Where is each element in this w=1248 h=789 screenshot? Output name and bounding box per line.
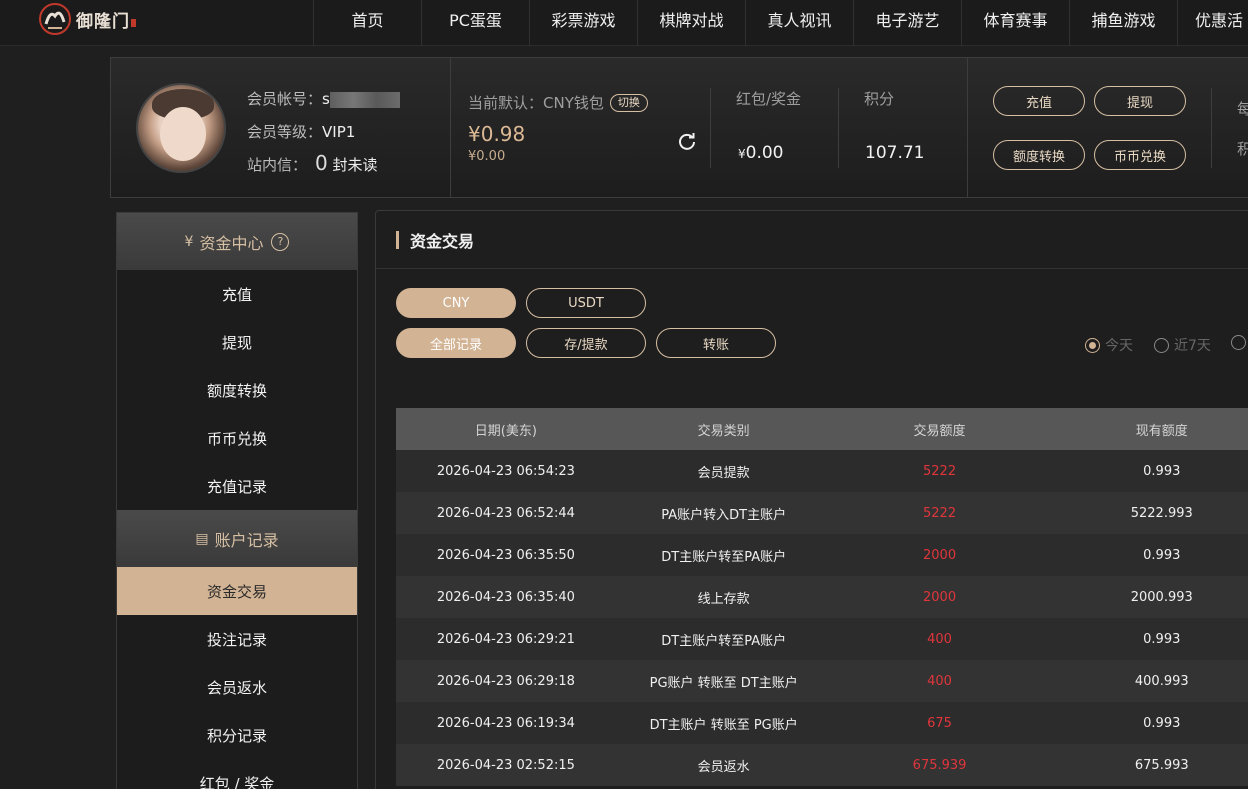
table-row: 2026-04-23 06:35:40 线上存款 2000 2000.993 — [396, 576, 1248, 618]
table-row: 2026-04-23 06:29:18 PG账户 转账至 DT主账户 400 400.… — [396, 660, 1248, 702]
sidebar-item-rebate[interactable]: 会员返水 — [117, 663, 357, 711]
table-row: 2026-04-23 06:29:21 DT主账户转至PA账户 400 0.993 — [396, 618, 1248, 660]
refresh-icon[interactable] — [677, 131, 697, 151]
sidebar-item-exchange[interactable]: 币币兑换 — [117, 414, 357, 462]
right-cut-label-1: 每 — [1237, 100, 1248, 118]
tab-transfer[interactable]: 转账 — [656, 328, 776, 358]
yen-coin-icon: ¥ — [184, 233, 194, 250]
table-row: 2026-04-23 06:54:23 会员提款 5222 0.993 — [396, 450, 1248, 492]
sidebar: ¥ 资金中心 ? 充值 提现 额度转换 币币兑换 充值记录 ▤ 账户记录 资金交… — [116, 212, 358, 789]
nav-board-games[interactable]: 棋牌对战 — [637, 0, 745, 46]
masked-account — [329, 91, 400, 108]
dragon-logo-icon — [39, 3, 71, 35]
sidebar-item-deposit-records[interactable]: 充值记录 — [117, 462, 357, 510]
document-icon: ▤ — [195, 530, 209, 547]
sidebar-item-transfer[interactable]: 额度转换 — [117, 366, 357, 414]
table-row: 2026-04-23 06:35:50 DT主账户转至PA账户 2000 0.993 — [396, 534, 1248, 576]
nav-promotions[interactable]: 优惠活 — [1177, 0, 1248, 46]
wallet-sub-balance: ¥0.00 — [468, 149, 506, 164]
fund-center-header: ¥ 资金中心 ? — [117, 213, 357, 270]
nav-pc-egg[interactable]: PC蛋蛋 — [421, 0, 529, 46]
account-row: 会员帐号：s — [247, 88, 400, 109]
points-label: 积分 — [864, 90, 895, 108]
main-nav: 首页 PC蛋蛋 彩票游戏 棋牌对战 真人视讯 电子游艺 体育赛事 捕鱼游戏 优惠… — [313, 0, 1248, 46]
switch-wallet-button[interactable]: 切换 — [609, 94, 648, 112]
table-row: 2026-04-23 02:52:15 会员返水 675.939 675.993 — [396, 744, 1248, 786]
top-nav: 御隆门 首页 PC蛋蛋 彩票游戏 棋牌对战 真人视讯 电子游艺 体育赛事 捕鱼游… — [0, 0, 1248, 46]
table-body: 2026-04-23 06:54:23 会员提款 5222 0.993 2026-04… — [396, 450, 1248, 786]
range-more-radio[interactable] — [1231, 335, 1248, 350]
tab-cny[interactable]: CNY — [396, 288, 516, 318]
nav-slots[interactable]: 电子游艺 — [853, 0, 961, 46]
transfer-button[interactable]: 额度转换 — [993, 140, 1085, 170]
inbox-row[interactable]: 站内信： 0 封未读 — [247, 151, 378, 175]
deposit-button[interactable]: 充值 — [993, 86, 1085, 116]
table-header: 日期(美东) 交易类别 交易额度 现有额度 — [396, 408, 1248, 450]
sidebar-item-deposit[interactable]: 充值 — [117, 270, 357, 318]
nav-fishing[interactable]: 捕鱼游戏 — [1069, 0, 1177, 46]
unread-count: 0 — [315, 151, 328, 175]
level-row: 会员等级：VIP1 — [247, 123, 356, 141]
sidebar-item-fund-transactions[interactable]: 资金交易 — [117, 567, 357, 615]
wallet-balance: ¥0.98 — [468, 122, 526, 146]
nav-sports[interactable]: 体育赛事 — [961, 0, 1069, 46]
default-wallet-label: 当前默认：CNY钱包 切换 — [468, 92, 648, 113]
sidebar-item-bet-records[interactable]: 投注记录 — [117, 615, 357, 663]
account-records-header: ▤ 账户记录 — [117, 510, 357, 567]
help-icon[interactable]: ? — [271, 232, 290, 251]
sidebar-item-withdraw[interactable]: 提现 — [117, 318, 357, 366]
nav-lottery[interactable]: 彩票游戏 — [529, 0, 637, 46]
right-cut-label-2: 积 — [1237, 140, 1248, 158]
table-row: 2026-04-23 06:52:44 PA账户转入DT主账户 5222 5222.9… — [396, 492, 1248, 534]
main-panel: 资金交易 CNY USDT 全部记录 存/提款 转账 今天 近7天 日期(美东)… — [375, 210, 1248, 789]
page-title: 资金交易 — [376, 211, 1248, 269]
bonus-label: 红包/奖金 — [736, 90, 802, 108]
member-panel: 会员帐号：s 会员等级：VIP1 站内信： 0 封未读 当前默认：CNY钱包 切换 … — [110, 57, 1248, 198]
avatar[interactable] — [136, 83, 226, 173]
bonus-value: ¥0.00 — [738, 143, 784, 163]
range-7days-radio[interactable]: 近7天 — [1154, 335, 1211, 355]
tab-deposit-withdraw[interactable]: 存/提款 — [526, 328, 646, 358]
nav-live-casino[interactable]: 真人视讯 — [745, 0, 853, 46]
logo[interactable]: 御隆门 — [36, 0, 136, 40]
brand-name: 御隆门 — [76, 7, 136, 32]
range-today-radio[interactable]: 今天 — [1085, 335, 1133, 355]
transactions-table: 日期(美东) 交易类别 交易额度 现有额度 2026-04-23 06:54:2… — [396, 408, 1248, 786]
nav-home[interactable]: 首页 — [313, 0, 421, 46]
sidebar-item-points-records[interactable]: 积分记录 — [117, 711, 357, 759]
table-row: 2026-04-23 06:19:34 DT主账户 转账至 PG账户 675 0.99… — [396, 702, 1248, 744]
points-value: 107.71 — [865, 143, 925, 163]
exchange-button[interactable]: 币币兑换 — [1094, 140, 1186, 170]
sidebar-item-bonus[interactable]: 红包 / 奖金 — [117, 759, 357, 789]
tab-usdt[interactable]: USDT — [526, 288, 646, 318]
tab-all-records[interactable]: 全部记录 — [396, 328, 516, 358]
withdraw-button[interactable]: 提现 — [1094, 86, 1186, 116]
